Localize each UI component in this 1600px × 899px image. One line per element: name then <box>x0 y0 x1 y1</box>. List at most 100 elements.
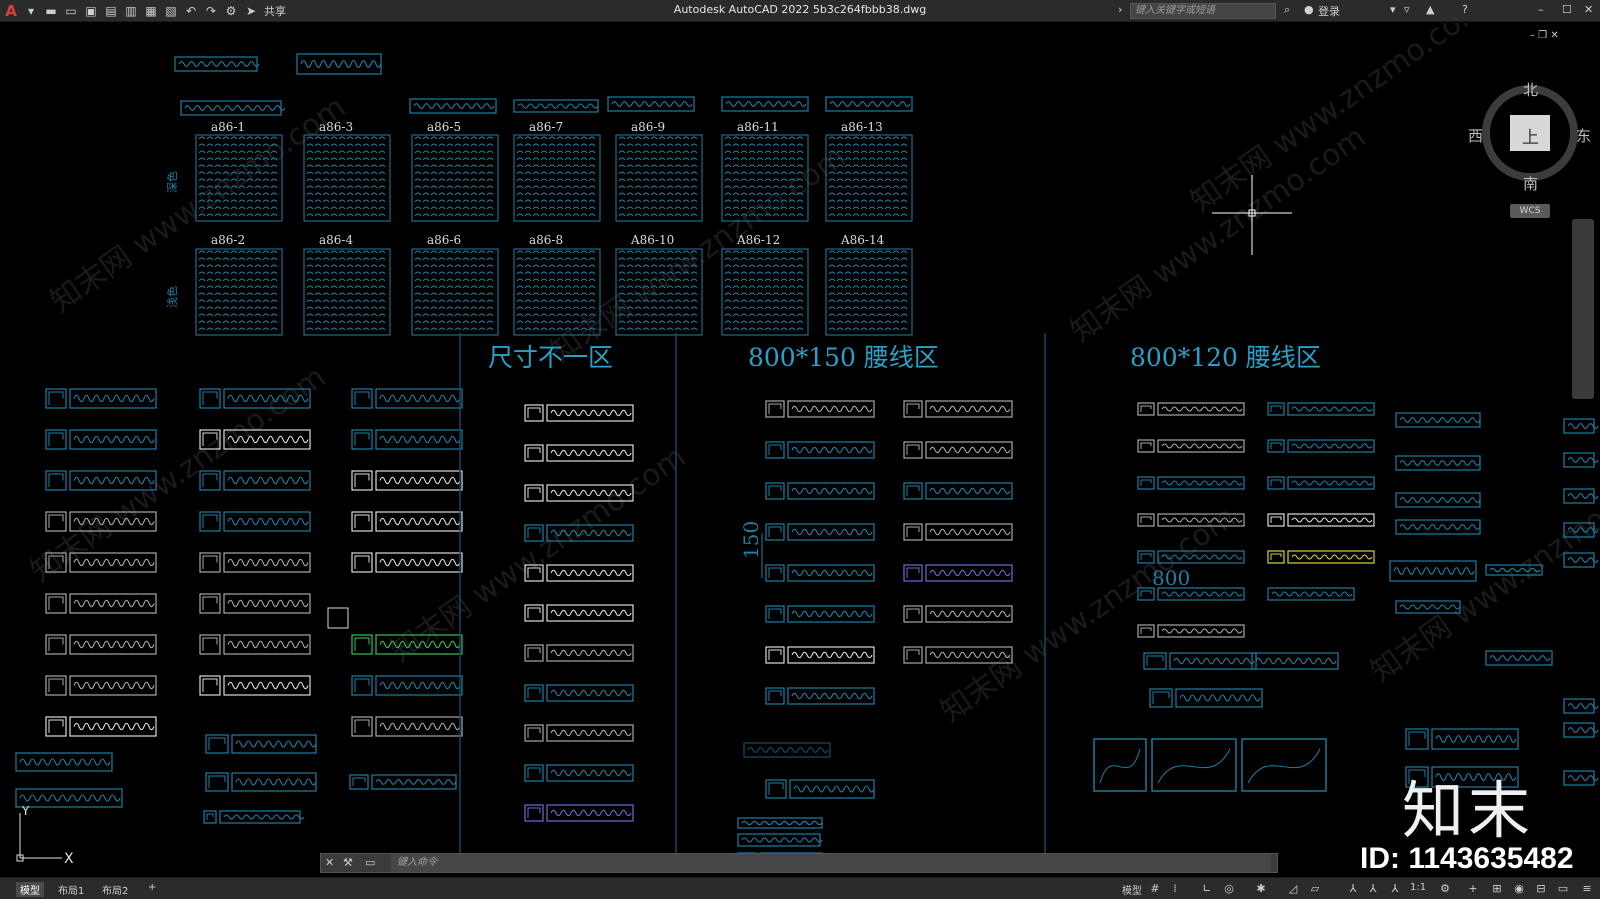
viewcube-north[interactable]: 北 <box>1523 79 1538 100</box>
scale-dropdown[interactable]: 1:1 <box>1406 882 1430 893</box>
frieze <box>199 511 311 532</box>
login-link[interactable]: 登录 <box>1318 3 1340 19</box>
frieze <box>203 810 305 824</box>
viewcube-top-face[interactable]: 上 <box>1522 123 1539 148</box>
ortho-icon[interactable]: ∟ <box>1200 882 1214 896</box>
close-icon[interactable]: ✕ <box>1584 3 1593 16</box>
zone3-frieze <box>1267 550 1375 564</box>
pattern-tile <box>513 134 601 222</box>
share-icon[interactable]: ➤ <box>244 4 258 18</box>
maximize-icon[interactable]: ☐ <box>1562 3 1572 16</box>
zone2-frieze <box>765 482 875 500</box>
zone2-frieze <box>765 779 875 799</box>
side-label: 浅色 <box>165 286 179 308</box>
brand-id-text: ID: 1143635482 <box>1360 842 1574 875</box>
search-icon[interactable]: ⌕ <box>1284 3 1290 17</box>
zone3-frieze <box>1267 513 1375 527</box>
zone3-frieze <box>1267 587 1355 601</box>
login-chevron-icon[interactable]: ▾ <box>1390 3 1396 16</box>
app-menu-chevron-icon[interactable]: ▾ <box>24 4 38 18</box>
zone1-frieze <box>524 804 634 822</box>
workspace-icon[interactable]: ⚙ <box>224 4 238 18</box>
model-space-toggle[interactable]: 模型 <box>1118 882 1146 897</box>
tile-label: a86-8 <box>529 233 563 247</box>
save-icon[interactable]: ▣ <box>84 4 98 18</box>
title-bar: A ▾ ▬ ▭ ▣ ▤ ▥ ▦ ▧ ↶ ↷ ⚙ ➤ 共享 Autodesk Au… <box>0 0 1600 22</box>
isolate-icon[interactable]: ◉ <box>1512 882 1526 896</box>
workspace-switch-icon[interactable]: ⚙ <box>1438 882 1452 896</box>
help-icon[interactable]: ? <box>1462 3 1468 16</box>
redo-icon[interactable]: ↷ <box>204 4 218 18</box>
dimension-800: 800 <box>1152 566 1190 590</box>
search-expand-icon[interactable]: › <box>1118 3 1122 16</box>
viewcube-south[interactable]: 南 <box>1523 173 1538 194</box>
tile-label: a86-3 <box>319 120 353 134</box>
isodraft-icon[interactable]: ◿ <box>1286 882 1300 896</box>
viewcube[interactable]: 北 南 东 西 上 <box>1468 53 1591 213</box>
zone2-frieze <box>765 687 875 705</box>
hardware-accel-icon[interactable]: ⊟ <box>1534 882 1548 896</box>
drawing-svg[interactable]: 知末网 www.znzmo.com 知末网 www.znzmo.com 知末网 ww… <box>0 23 1600 878</box>
saveas-icon[interactable]: ▤ <box>104 4 118 18</box>
zone-title: 800*120 腰线区 <box>1130 343 1321 372</box>
cmd-close-icon[interactable]: ✕ <box>325 856 334 869</box>
zone2-frieze <box>765 564 875 582</box>
wcs-menu[interactable]: WCS <box>1510 204 1550 218</box>
edge-frieze <box>1563 452 1599 468</box>
pattern-tile <box>195 248 283 336</box>
osnap-icon[interactable]: ✱ <box>1254 882 1268 896</box>
left-frieze <box>15 752 113 772</box>
left-frieze <box>45 634 157 655</box>
carved-panel <box>1151 738 1237 792</box>
pattern-tile <box>411 248 499 336</box>
navigation-bar[interactable] <box>1572 219 1594 399</box>
drawing-canvas[interactable]: 知末网 www.znzmo.com 知末网 www.znzmo.com 知末网 ww… <box>0 23 1600 878</box>
open-icon[interactable]: ▭ <box>64 4 78 18</box>
watermark-text: 知末网 www.znzmo.com <box>25 360 333 590</box>
watermark-text: 知末网 www.znzmo.com <box>935 500 1243 730</box>
units-icon[interactable]: ⊞ <box>1490 882 1504 896</box>
user-icon[interactable]: ● <box>1304 3 1314 16</box>
autodesk-account-icon[interactable]: ▲ <box>1426 3 1434 16</box>
frieze <box>351 552 463 573</box>
share-label[interactable]: 共享 <box>264 3 286 19</box>
annotation-monitor-icon[interactable]: + <box>1466 882 1480 896</box>
new-icon[interactable]: ▬ <box>44 4 58 18</box>
drawing-window-controls[interactable]: – ❐ ✕ <box>1530 30 1559 41</box>
add-layout-button[interactable]: + <box>144 882 160 893</box>
tab-layout2[interactable]: 布局2 <box>98 882 132 897</box>
minimize-icon[interactable]: – <box>1538 3 1544 16</box>
command-input[interactable]: 键入命令 <box>391 854 1271 872</box>
print-icon[interactable]: ▧ <box>164 4 178 18</box>
dynucs-icon[interactable]: ▱ <box>1308 882 1322 896</box>
search-input[interactable]: 键入关键字或短语 <box>1130 3 1276 19</box>
snap-icon[interactable]: ⁞ <box>1168 882 1182 896</box>
tab-model[interactable]: 模型 <box>16 882 44 897</box>
zone2-frieze <box>765 523 875 541</box>
autocad-app-icon[interactable]: A <box>4 4 18 19</box>
viewcube-west[interactable]: 西 <box>1468 125 1483 146</box>
undo-icon[interactable]: ↶ <box>184 4 198 18</box>
tile-label: A86-10 <box>630 233 674 247</box>
zone2-frieze <box>903 441 1013 459</box>
cart-icon[interactable]: ▿ <box>1404 3 1410 16</box>
viewcube-east[interactable]: 东 <box>1576 125 1591 146</box>
annotation-scale-icon[interactable]: ⅄ <box>1388 882 1402 896</box>
zone3-frieze <box>1405 728 1519 750</box>
polar-icon[interactable]: ◎ <box>1222 882 1236 896</box>
tab-layout1[interactable]: 布局1 <box>54 882 88 897</box>
autoscale-icon[interactable]: ⅄ <box>1366 882 1380 896</box>
zone3-frieze <box>1395 412 1481 428</box>
publish-icon[interactable]: ▦ <box>144 4 158 18</box>
watermark-text: 知末网 www.znzmo.com <box>1365 460 1600 690</box>
plot-preview-icon[interactable]: ▥ <box>124 4 138 18</box>
clean-screen-icon[interactable]: ▭ <box>1556 882 1570 896</box>
customize-menu-icon[interactable]: ≡ <box>1580 882 1594 896</box>
zone3-frieze <box>1267 402 1375 416</box>
zone2-frieze <box>765 400 875 418</box>
cmd-recent-icon[interactable]: ▭ <box>365 856 375 869</box>
cmd-customize-icon[interactable]: ⚒ <box>343 856 353 869</box>
annotation-visibility-icon[interactable]: ⅄ <box>1346 882 1360 896</box>
grid-icon[interactable]: # <box>1148 882 1162 896</box>
zone3-frieze <box>1485 650 1553 666</box>
